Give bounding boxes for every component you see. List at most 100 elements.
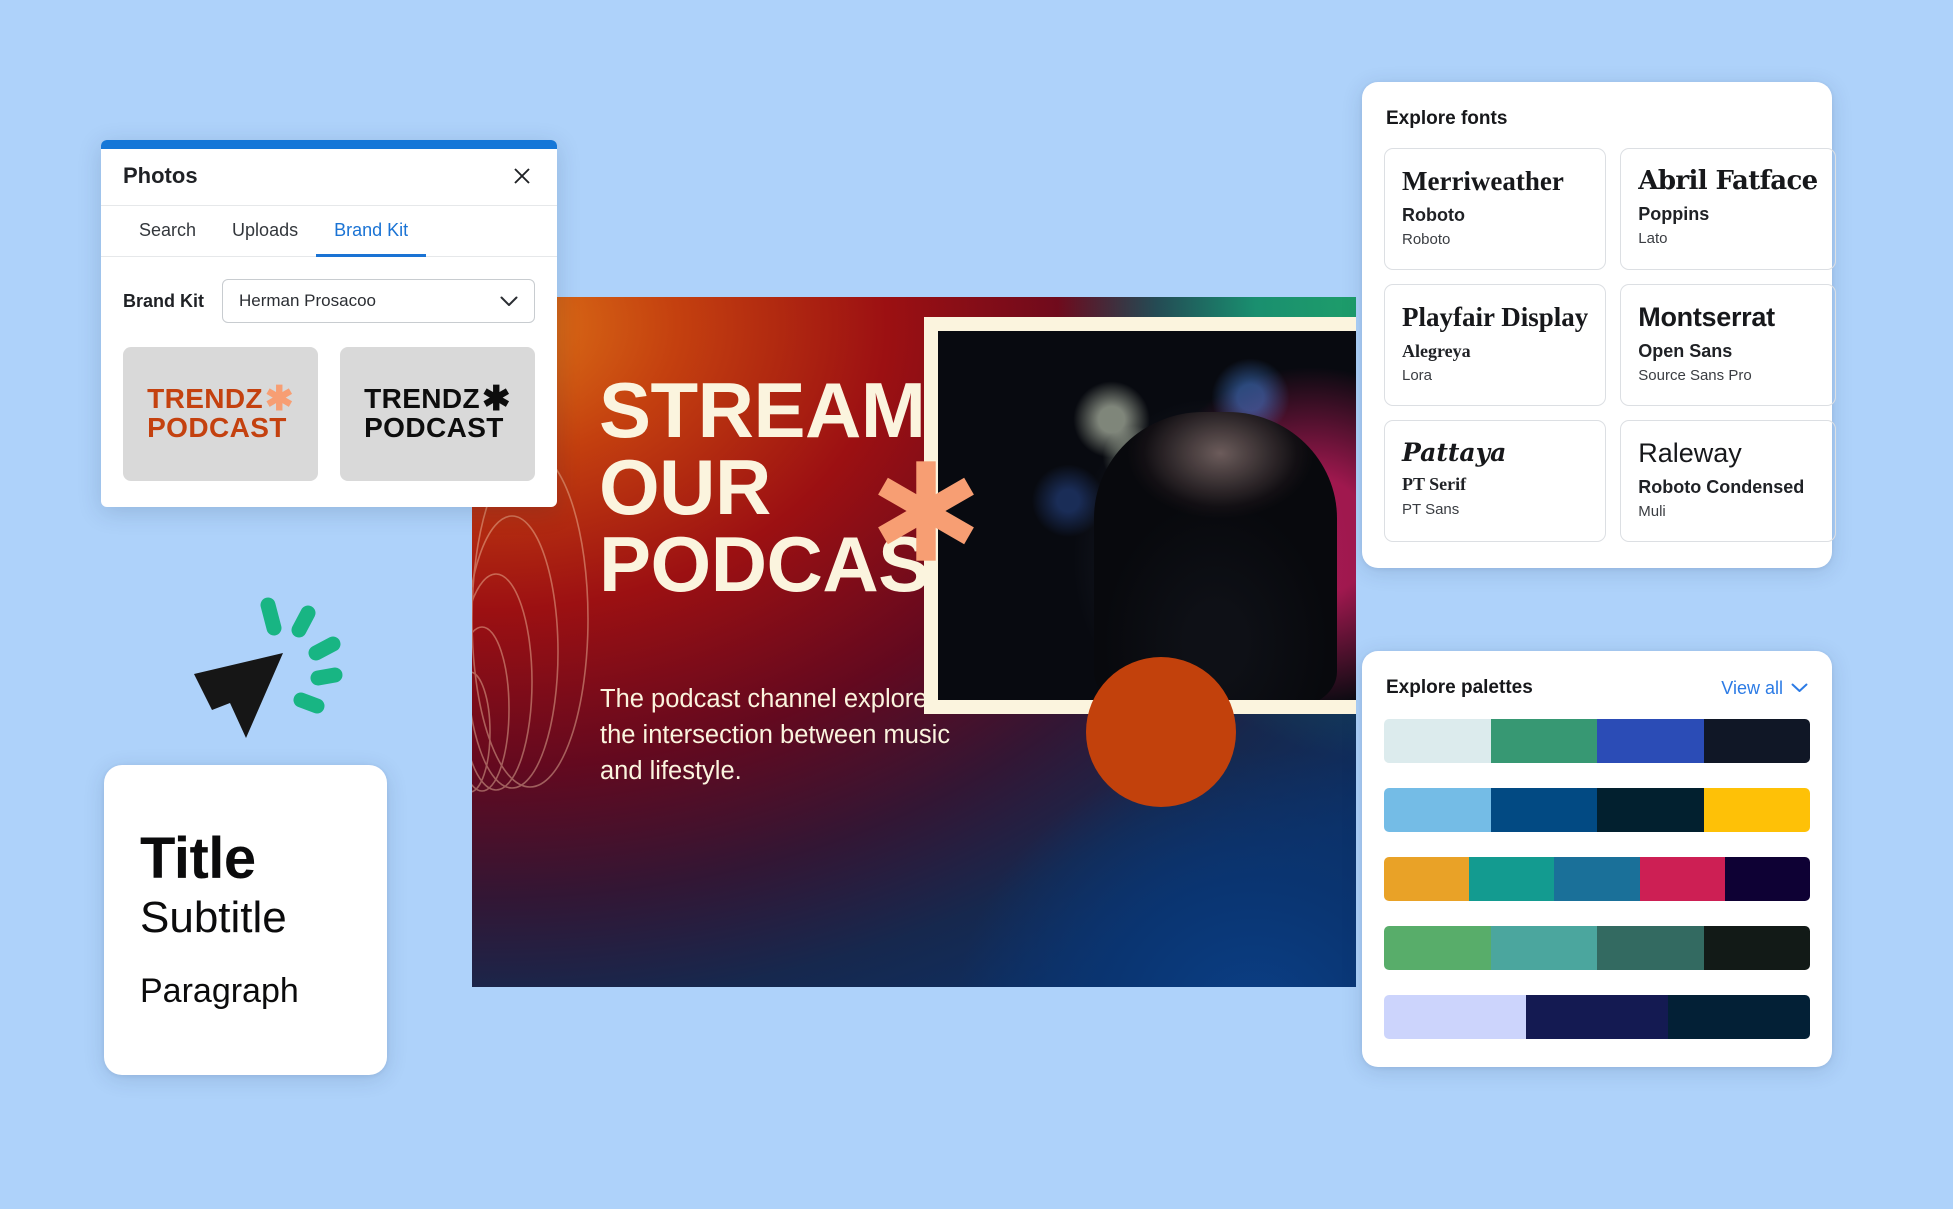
font-card-grid: Merriweather Roboto Roboto Abril Fatface… [1384, 148, 1836, 542]
photos-panel[interactable]: Photos Search Uploads Brand Kit Brand Ki… [101, 140, 557, 507]
font-secondary-name: Alegreya [1402, 340, 1471, 361]
explore-palettes-header: Explore palettes View all [1386, 677, 1808, 699]
explore-fonts-panel[interactable]: Explore fonts Merriweather Roboto Roboto… [1362, 82, 1836, 568]
poster-photo [938, 331, 1356, 700]
font-secondary-name: PT Serif [1402, 474, 1467, 495]
palette-swatch[interactable] [1703, 719, 1810, 763]
palette-row[interactable] [1384, 719, 1810, 763]
photo-subject [1094, 412, 1338, 700]
font-card[interactable]: Abril Fatface Poppins Lato [1620, 148, 1836, 270]
close-icon[interactable] [509, 163, 535, 189]
tab-uploads[interactable]: Uploads [214, 206, 316, 257]
logo-line-2: PODCAST [364, 412, 504, 444]
type-sample-paragraph: Paragraph [140, 971, 299, 1010]
font-primary-name: Playfair Display [1402, 301, 1589, 332]
palette-row[interactable] [1384, 788, 1810, 832]
typography-card[interactable]: Title Subtitle Paragraph [104, 765, 387, 1075]
close-glyph [514, 168, 530, 184]
brand-logo-list: TRENDZ ✱ PODCAST TRENDZ ✱ PODCAST [101, 329, 557, 507]
font-secondary-name: Roboto [1402, 204, 1465, 225]
explore-palettes-title: Explore palettes [1386, 677, 1533, 698]
palette-swatch[interactable] [1384, 857, 1470, 901]
palette-swatch[interactable] [1525, 995, 1668, 1039]
view-all-button[interactable]: View all [1721, 678, 1808, 699]
asterisk-icon: ✱ [482, 380, 511, 419]
palette-swatch[interactable] [1384, 926, 1491, 970]
asterisk-icon [878, 461, 974, 561]
palette-swatch[interactable] [1490, 719, 1597, 763]
panel-accent-bar [101, 140, 557, 149]
poster-orange-circle [1086, 657, 1236, 807]
font-primary-name: Pattaya [1402, 437, 1507, 467]
font-tertiary-name: PT Sans [1402, 501, 1460, 519]
palette-swatch[interactable] [1490, 788, 1597, 832]
font-primary-name: Raleway [1638, 437, 1742, 468]
chevron-down-icon [500, 296, 518, 306]
palette-swatch[interactable] [1469, 857, 1555, 901]
explore-fonts-title: Explore fonts [1386, 108, 1508, 129]
brand-kit-label: Brand Kit [123, 290, 204, 311]
palette-swatch[interactable] [1384, 788, 1491, 832]
palette-swatch[interactable] [1639, 857, 1725, 901]
palette-row[interactable] [1384, 926, 1810, 970]
type-sample-title: Title [140, 825, 256, 891]
palette-swatch[interactable] [1554, 857, 1640, 901]
cursor-graphic [194, 597, 343, 738]
poster-photo-frame[interactable] [924, 317, 1356, 714]
palette-swatch[interactable] [1597, 788, 1704, 832]
font-secondary-name: Poppins [1638, 203, 1710, 224]
asterisk-icon: ✱ [265, 380, 294, 419]
photos-panel-title: Photos [123, 163, 198, 188]
font-primary-name: Merriweather [1402, 166, 1564, 196]
font-tertiary-name: Source Sans Pro [1638, 367, 1752, 385]
font-card[interactable]: Merriweather Roboto Roboto [1384, 148, 1607, 270]
font-tertiary-name: Muli [1638, 503, 1666, 521]
brand-kit-select[interactable]: Herman Prosacoo [222, 279, 535, 323]
font-secondary-name: Roboto Condensed [1638, 476, 1805, 497]
logo-line-1: TRENDZ [147, 383, 264, 415]
font-primary-name: Montserrat [1638, 301, 1775, 332]
poster-subtitle: The podcast channel explores the interse… [600, 685, 951, 785]
logo-line-1: TRENDZ [364, 383, 481, 415]
palette-swatch[interactable] [1490, 926, 1597, 970]
brand-kit-row: Brand Kit Herman Prosacoo [101, 257, 557, 329]
font-card[interactable]: Raleway Roboto Condensed Muli [1620, 419, 1836, 542]
palette-row[interactable] [1384, 857, 1810, 901]
logo-thumbnail-orange[interactable]: TRENDZ ✱ PODCAST [123, 347, 318, 481]
tab-brand-kit[interactable]: Brand Kit [316, 206, 427, 257]
font-card[interactable]: Montserrat Open Sans Source Sans Pro [1620, 283, 1836, 406]
font-primary-name: Abril Fatface [1638, 166, 1818, 196]
photos-tabs[interactable]: Search Uploads Brand Kit [101, 206, 557, 257]
logo-thumbnail-black[interactable]: TRENDZ ✱ PODCAST [340, 347, 535, 481]
chevron-down-icon [1791, 683, 1808, 692]
font-secondary-name: Open Sans [1638, 340, 1733, 361]
canvas-stage: STREAM OUR PODCAST The podcast channel e… [0, 0, 1953, 1209]
tab-search[interactable]: Search [121, 206, 214, 257]
palette-list [1384, 719, 1810, 1039]
palette-row[interactable] [1384, 995, 1810, 1039]
type-sample-subtitle: Subtitle [140, 893, 287, 943]
font-card[interactable]: Playfair Display Alegreya Lora [1384, 283, 1607, 406]
palette-swatch[interactable] [1703, 926, 1810, 970]
logo-lockup: TRENDZ ✱ PODCAST [364, 380, 511, 444]
brand-kit-selected-value: Herman Prosacoo [239, 291, 377, 310]
palette-swatch[interactable] [1597, 926, 1704, 970]
logo-lockup: TRENDZ ✱ PODCAST [147, 380, 294, 444]
palette-swatch[interactable] [1384, 995, 1526, 1039]
logo-line-2: PODCAST [147, 412, 287, 444]
palette-swatch[interactable] [1667, 995, 1810, 1039]
click-cursor [168, 580, 358, 750]
palette-swatch[interactable] [1597, 719, 1704, 763]
palette-swatch[interactable] [1703, 788, 1810, 832]
poster-design[interactable]: STREAM OUR PODCAST The podcast channel e… [472, 297, 1356, 987]
font-tertiary-name: Roboto [1402, 231, 1451, 249]
explore-palettes-panel[interactable]: Explore palettes View all [1362, 651, 1832, 1067]
font-card[interactable]: Pattaya PT Serif PT Sans [1384, 419, 1607, 542]
view-all-label: View all [1721, 677, 1783, 698]
photos-panel-header: Photos [101, 149, 557, 206]
font-tertiary-name: Lato [1638, 230, 1668, 248]
arrow-pointer-icon [194, 653, 283, 738]
palette-swatch[interactable] [1724, 857, 1810, 901]
palette-swatch[interactable] [1384, 719, 1491, 763]
font-tertiary-name: Lora [1402, 367, 1433, 385]
